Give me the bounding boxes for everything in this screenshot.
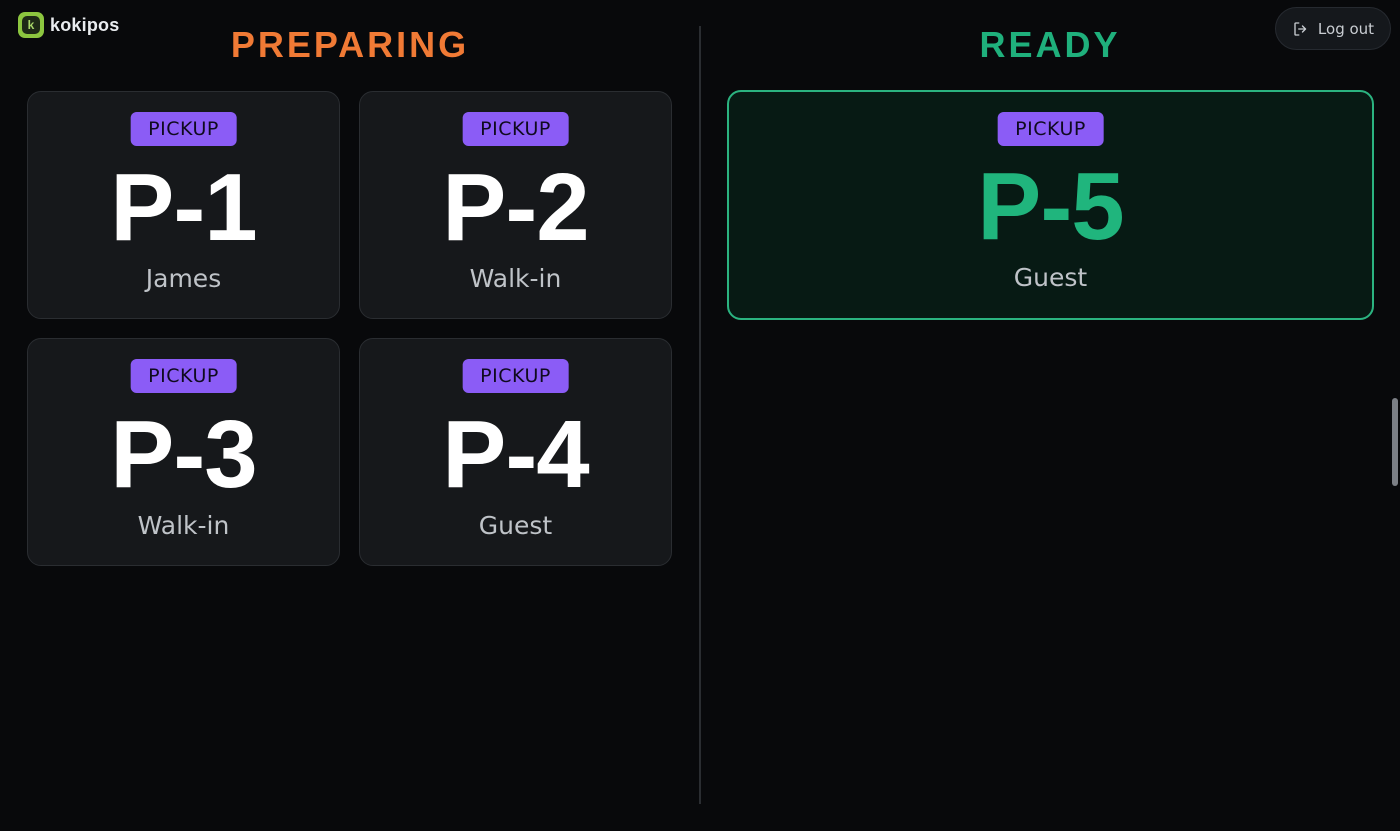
column-divider bbox=[699, 26, 701, 804]
order-card-p1[interactable]: PICKUP P-1 James bbox=[27, 91, 340, 319]
order-card-p5[interactable]: PICKUP P-5 Guest bbox=[727, 90, 1374, 320]
order-card-p2[interactable]: PICKUP P-2 Walk-in bbox=[359, 91, 672, 319]
customer-name: Guest bbox=[1013, 263, 1088, 292]
order-number: P-2 bbox=[442, 154, 589, 261]
order-number: P-3 bbox=[110, 401, 257, 508]
order-number: P-4 bbox=[442, 401, 589, 508]
scrollbar-thumb[interactable] bbox=[1392, 398, 1398, 486]
order-type-badge: PICKUP bbox=[130, 112, 237, 146]
preparing-column-title: PREPARING bbox=[230, 24, 470, 65]
order-card-p4[interactable]: PICKUP P-4 Guest bbox=[359, 338, 672, 566]
order-type-badge: PICKUP bbox=[997, 112, 1104, 146]
order-number: P-1 bbox=[110, 154, 257, 261]
order-number: P-5 bbox=[977, 153, 1124, 260]
customer-name: James bbox=[145, 264, 222, 293]
order-status-board: k kokipos Log out PREPARING READY PICKUP… bbox=[0, 0, 1400, 831]
customer-name: Guest bbox=[478, 511, 553, 540]
ready-column-title: READY bbox=[979, 24, 1121, 65]
order-card-p3[interactable]: PICKUP P-3 Walk-in bbox=[27, 338, 340, 566]
customer-name: Walk-in bbox=[469, 264, 562, 293]
order-type-badge: PICKUP bbox=[462, 112, 569, 146]
order-type-badge: PICKUP bbox=[130, 359, 237, 393]
customer-name: Walk-in bbox=[137, 511, 230, 540]
order-type-badge: PICKUP bbox=[462, 359, 569, 393]
